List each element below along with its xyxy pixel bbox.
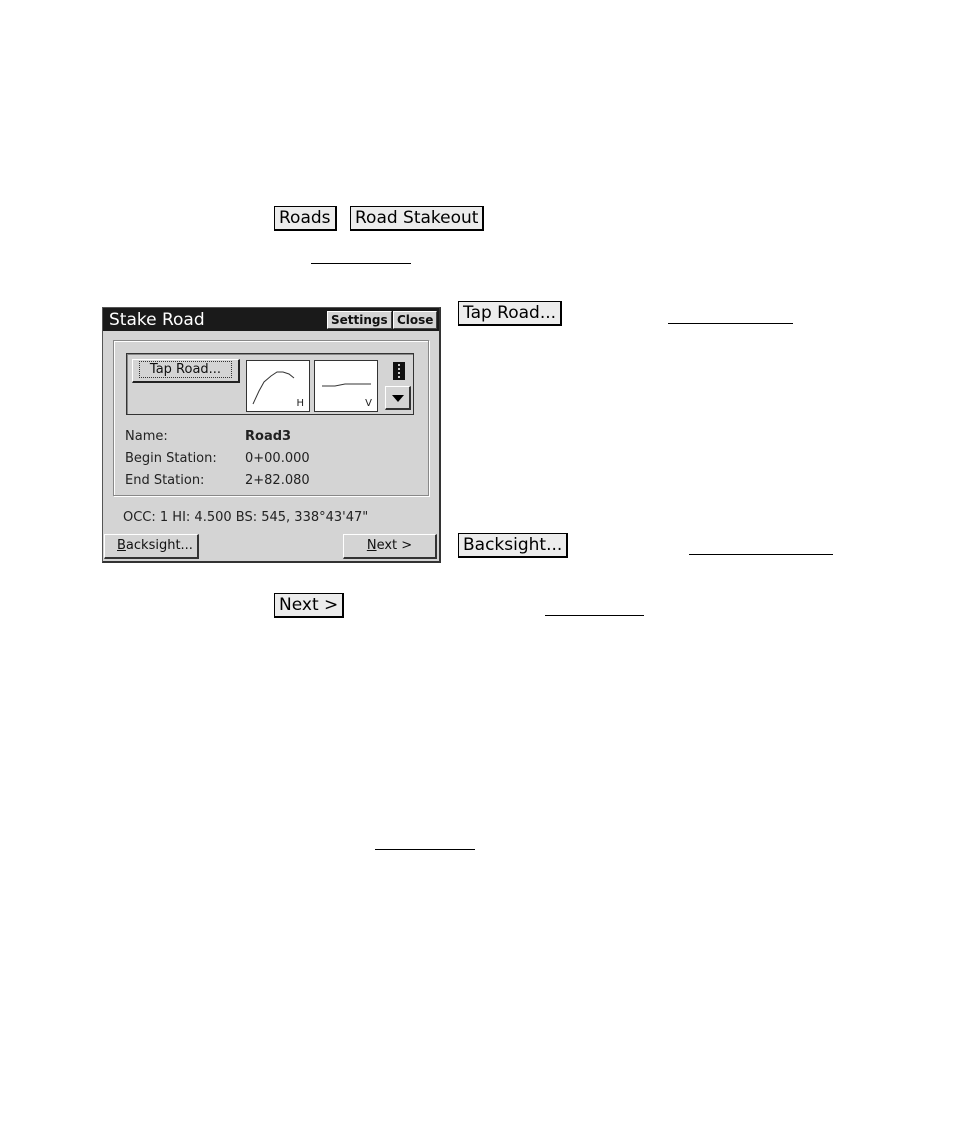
roads-button[interactable]: Roads [274, 206, 337, 231]
blank-underline [375, 849, 475, 850]
tap-road-label: Tap Road... [138, 361, 233, 378]
backsight-doc-button[interactable]: Backsight... [458, 533, 569, 558]
title-bar: Stake Road Settings Close [103, 308, 439, 331]
dropdown-arrow-button[interactable] [385, 386, 411, 410]
road-select-panel: Tap Road... H V [126, 353, 414, 415]
backsight-label: acksight... [125, 538, 193, 553]
road-info-group: Tap Road... H V Name: Road3 Begin Statio… [113, 340, 429, 496]
h-label: H [296, 398, 304, 409]
settings-button[interactable]: Settings [327, 311, 392, 329]
blank-underline [311, 263, 411, 264]
tap-road-doc-button[interactable]: Tap Road... [458, 301, 563, 326]
name-value: Road3 [245, 429, 292, 444]
begin-station-label: Begin Station: [125, 451, 217, 466]
begin-station-value: 0+00.000 [245, 451, 310, 466]
name-label: Name: [125, 429, 168, 444]
stake-road-window: Stake Road Settings Close Tap Road... H … [102, 307, 441, 563]
next-label: ext > [376, 538, 413, 553]
blank-underline [689, 554, 833, 555]
blank-underline [668, 323, 793, 324]
horizontal-alignment-preview[interactable]: H [246, 360, 310, 412]
end-station-value: 2+82.080 [245, 473, 310, 488]
occupation-status: OCC: 1 HI: 4.500 BS: 545, 338°43'47" [123, 510, 369, 525]
next-doc-button[interactable]: Next > [274, 593, 345, 618]
next-accel: N [366, 538, 377, 553]
end-station-label: End Station: [125, 473, 205, 488]
blank-underline [545, 615, 644, 616]
backsight-button[interactable]: Backsight... [104, 534, 199, 559]
road-stakeout-button[interactable]: Road Stakeout [350, 206, 485, 231]
tap-road-button[interactable]: Tap Road... [132, 359, 240, 383]
road-icon [393, 362, 405, 380]
backsight-accel: B [117, 538, 126, 553]
window-title: Stake Road [109, 310, 205, 330]
close-button[interactable]: Close [393, 311, 438, 329]
v-label: V [365, 398, 372, 409]
next-button[interactable]: Next > [343, 534, 437, 559]
vertical-alignment-preview[interactable]: V [314, 360, 378, 412]
